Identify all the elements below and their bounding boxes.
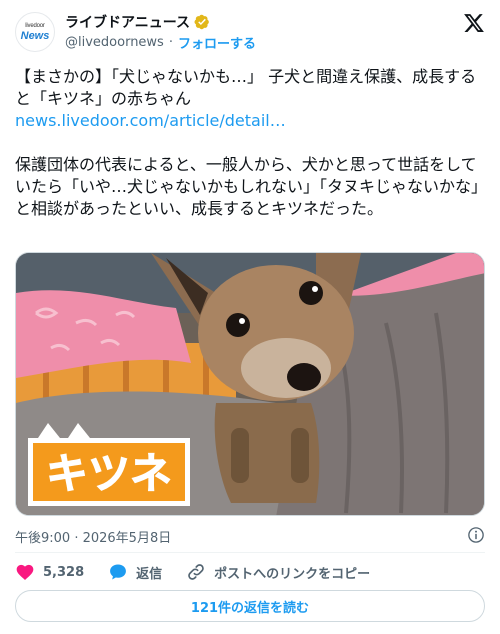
copy-link-label: ポストへのリンクをコピー xyxy=(214,566,371,582)
account-names: ライブドアニュース @livedoornews · フォローする xyxy=(65,12,256,52)
reply-button[interactable]: 返信 xyxy=(108,562,162,582)
tweet-headline: 【まさかの】「犬じゃないかも…」 子犬と間違え保護、成長すると「キツネ」の赤ちゃ… xyxy=(15,67,477,108)
tweet-meta: 午後9:00 · 2026年5月8日 xyxy=(15,526,485,546)
avatar[interactable]: livedoor News xyxy=(15,12,55,52)
heart-icon xyxy=(16,564,34,580)
media-overlay-text: キツネ xyxy=(46,449,172,498)
reply-label: 返信 xyxy=(136,566,163,582)
divider xyxy=(15,552,485,553)
follow-button[interactable]: フォローする xyxy=(178,33,256,52)
avatar-big-text: News xyxy=(20,29,50,42)
read-replies-button[interactable]: 121件の返信を読む xyxy=(15,590,485,622)
verified-badge-icon xyxy=(194,14,209,30)
tweet-body: 保護団体の代表によると、一般人から、犬かと思って世話をしていたら「いや…犬じゃな… xyxy=(15,155,480,218)
x-logo-icon[interactable] xyxy=(463,12,485,34)
display-name-row: ライブドアニュース xyxy=(65,12,256,32)
handle-row: @livedoornews · フォローする xyxy=(65,32,256,52)
tweet-card: livedoor News ライブドアニュース @livedoornews · … xyxy=(0,0,500,634)
timestamp[interactable]: 午後9:00 · 2026年5月8日 xyxy=(15,527,171,546)
info-icon[interactable] xyxy=(467,526,485,544)
handle[interactable]: @livedoornews xyxy=(65,35,164,50)
fox-photo: キツネ xyxy=(16,253,484,515)
tweet-header: livedoor News ライブドアニュース @livedoornews · … xyxy=(15,10,485,56)
separator-dot: · xyxy=(168,34,173,50)
display-name[interactable]: ライブドアニュース xyxy=(65,12,190,32)
reply-bubble-icon xyxy=(110,564,127,580)
copy-link-button[interactable]: ポストへのリンクをコピー xyxy=(186,562,370,582)
tweet-image[interactable]: キツネ xyxy=(15,252,485,516)
action-bar: 5,328 返信 ポストへのリンクをコピー xyxy=(15,560,485,584)
link-icon xyxy=(188,564,204,580)
avatar-small-text: livedoor xyxy=(25,22,45,29)
read-replies-label: 121件の返信を読む xyxy=(190,600,310,616)
like-count: 5,328 xyxy=(43,564,85,580)
article-link[interactable]: news.livedoor.com/article/detail… xyxy=(15,110,485,132)
like-button[interactable]: 5,328 xyxy=(15,562,84,582)
tweet-text: 【まさかの】「犬じゃないかも…」 子犬と間違え保護、成長すると「キツネ」の赤ちゃ… xyxy=(15,66,485,220)
